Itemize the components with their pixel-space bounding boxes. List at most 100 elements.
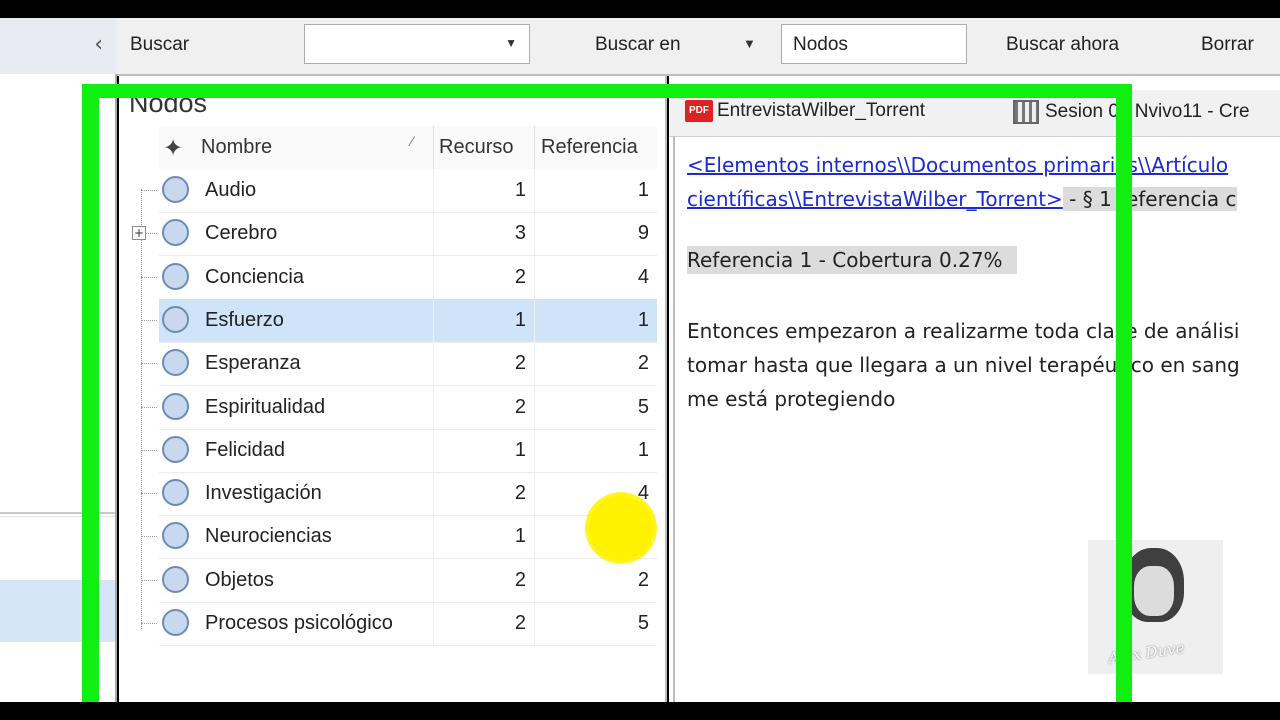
- table-row[interactable]: Felicidad 1 1: [159, 429, 657, 473]
- table-row[interactable]: Esperanza 2 2: [159, 342, 657, 386]
- column-header-recurso[interactable]: Recurso: [439, 136, 513, 159]
- find-toolbar: Buscar ▼ Buscar en ▼ Nodos Buscar ahora …: [117, 18, 1280, 76]
- table-row[interactable]: Esfuerzo 1 1: [159, 299, 657, 343]
- recurso-count: 2: [514, 266, 526, 288]
- pdf-icon: PDF: [685, 100, 713, 122]
- find-now-button[interactable]: Buscar ahora: [1006, 34, 1119, 56]
- collapse-pane-icon[interactable]: ‹: [94, 32, 103, 57]
- table-row[interactable]: Espiritualidad 2 5: [159, 386, 657, 430]
- cursor-highlight: [585, 492, 657, 564]
- reference-count: - § 1 referencia c: [1062, 187, 1237, 211]
- tab-label: EntrevistaWilber_Torrent: [717, 100, 926, 122]
- node-icon: [162, 393, 189, 420]
- search-scope-field[interactable]: Nodos: [781, 24, 967, 64]
- recurso-count: 1: [514, 309, 526, 331]
- cell-divider: [534, 429, 535, 472]
- referencia-count: 9: [637, 222, 649, 244]
- pin-icon[interactable]: ✦: [163, 134, 183, 163]
- highlight-frame-top: [82, 84, 1132, 98]
- cell-divider: [433, 429, 434, 472]
- source-link-cont[interactable]: científicas\\EntrevistaWilber_Torrent>: [687, 187, 1063, 211]
- recurso-count: 2: [514, 612, 526, 634]
- node-name: Esfuerzo: [205, 309, 284, 331]
- node-name: Audio: [205, 179, 257, 201]
- recurso-count: 1: [514, 525, 526, 547]
- cell-divider: [534, 515, 535, 558]
- table-row[interactable]: Objetos 2 2: [159, 559, 657, 603]
- expand-icon[interactable]: +: [132, 226, 146, 240]
- cell-divider: [534, 299, 535, 342]
- nav-border: [115, 74, 117, 702]
- table-row[interactable]: Conciencia 2 4: [159, 256, 657, 300]
- tree-guide-line: [141, 189, 142, 629]
- referencia-count: 2: [637, 352, 649, 374]
- table-row[interactable]: Audio 1 1: [159, 169, 657, 213]
- cell-divider: [433, 559, 434, 602]
- cell-divider: [534, 559, 535, 602]
- table-row[interactable]: Neurociencias11: [159, 515, 657, 559]
- highlight-frame-left: [82, 84, 99, 702]
- cell-divider: [534, 256, 535, 299]
- film-icon: [1013, 100, 1039, 124]
- recurso-count: 2: [514, 482, 526, 504]
- node-name: Felicidad: [205, 439, 286, 461]
- table-header: ✦ Nombre ⁄ Recurso Referencia: [159, 126, 657, 169]
- recurso-count: 2: [514, 569, 526, 591]
- reference-header: Referencia 1 - Cobertura 0.27%: [687, 246, 1017, 274]
- text-line: me está protegiendo: [687, 387, 896, 411]
- node-icon: [162, 263, 189, 290]
- node-icon: [162, 479, 189, 506]
- cell-divider: [433, 212, 434, 255]
- document-content: <Elementos internos\\Documentos primario…: [687, 148, 1280, 411]
- node-name: Esperanza: [205, 352, 301, 374]
- node-name: Conciencia: [205, 266, 304, 288]
- search-in-dropdown-icon[interactable]: ▼: [743, 36, 756, 51]
- recurso-count: 2: [514, 396, 526, 418]
- text-line: tomar hasta que llegara a un nivel terap…: [687, 353, 1240, 377]
- tree-connector: [141, 450, 157, 451]
- search-combobox[interactable]: ▼: [304, 24, 530, 64]
- cell-divider: [433, 299, 434, 342]
- node-icon: [162, 609, 189, 636]
- column-header-referencia[interactable]: Referencia: [541, 136, 638, 159]
- cell-divider: [433, 472, 434, 515]
- cell-divider: [534, 169, 535, 212]
- referencia-count: 1: [637, 309, 649, 331]
- node-icon: [162, 436, 189, 463]
- clear-button[interactable]: Borrar: [1201, 34, 1254, 56]
- column-header-name[interactable]: Nombre: [201, 136, 272, 159]
- column-divider[interactable]: [534, 126, 535, 169]
- tree-connector: [141, 493, 157, 494]
- portrait-face: [1134, 566, 1174, 616]
- cell-divider: [433, 602, 434, 645]
- nav-selected-item[interactable]: [0, 580, 117, 642]
- recurso-count: 1: [514, 179, 526, 201]
- cell-divider: [534, 212, 535, 255]
- nodes-list-pane: Nodos ✦ Nombre ⁄ Recurso Referencia Audi…: [119, 76, 667, 702]
- chevron-down-icon[interactable]: ▼: [505, 36, 517, 50]
- column-divider[interactable]: [433, 126, 434, 169]
- node-icon: [162, 349, 189, 376]
- sort-indicator-icon: ⁄: [411, 133, 414, 149]
- cell-divider: [433, 515, 434, 558]
- tree-connector: [141, 277, 157, 278]
- table-row[interactable]: Investigación 2 4: [159, 472, 657, 516]
- pane-divider[interactable]: [665, 76, 667, 702]
- bottom-black-bar: [0, 702, 1280, 720]
- tab-entrevista[interactable]: PDF EntrevistaWilber_Torrent: [685, 100, 925, 122]
- node-icon: [162, 306, 189, 333]
- referencia-count: 5: [637, 612, 649, 634]
- text-line: Entonces empezaron a realizarme toda cla…: [687, 319, 1240, 343]
- cell-divider: [433, 386, 434, 429]
- tree-connector: [141, 407, 157, 408]
- table-row[interactable]: Cerebro 3 9: [159, 212, 657, 256]
- tree-connector: [141, 580, 157, 581]
- referencia-count: 4: [637, 266, 649, 288]
- tree-connector: [141, 190, 157, 191]
- table-row[interactable]: Procesos psicológico 2 5: [159, 602, 657, 646]
- search-in-button[interactable]: Buscar en: [595, 34, 681, 56]
- source-link[interactable]: <Elementos internos\\Documentos primario…: [687, 153, 1228, 177]
- top-black-bar: [0, 0, 1280, 18]
- referencia-count: 2: [637, 569, 649, 591]
- search-scope-value: Nodos: [793, 34, 848, 55]
